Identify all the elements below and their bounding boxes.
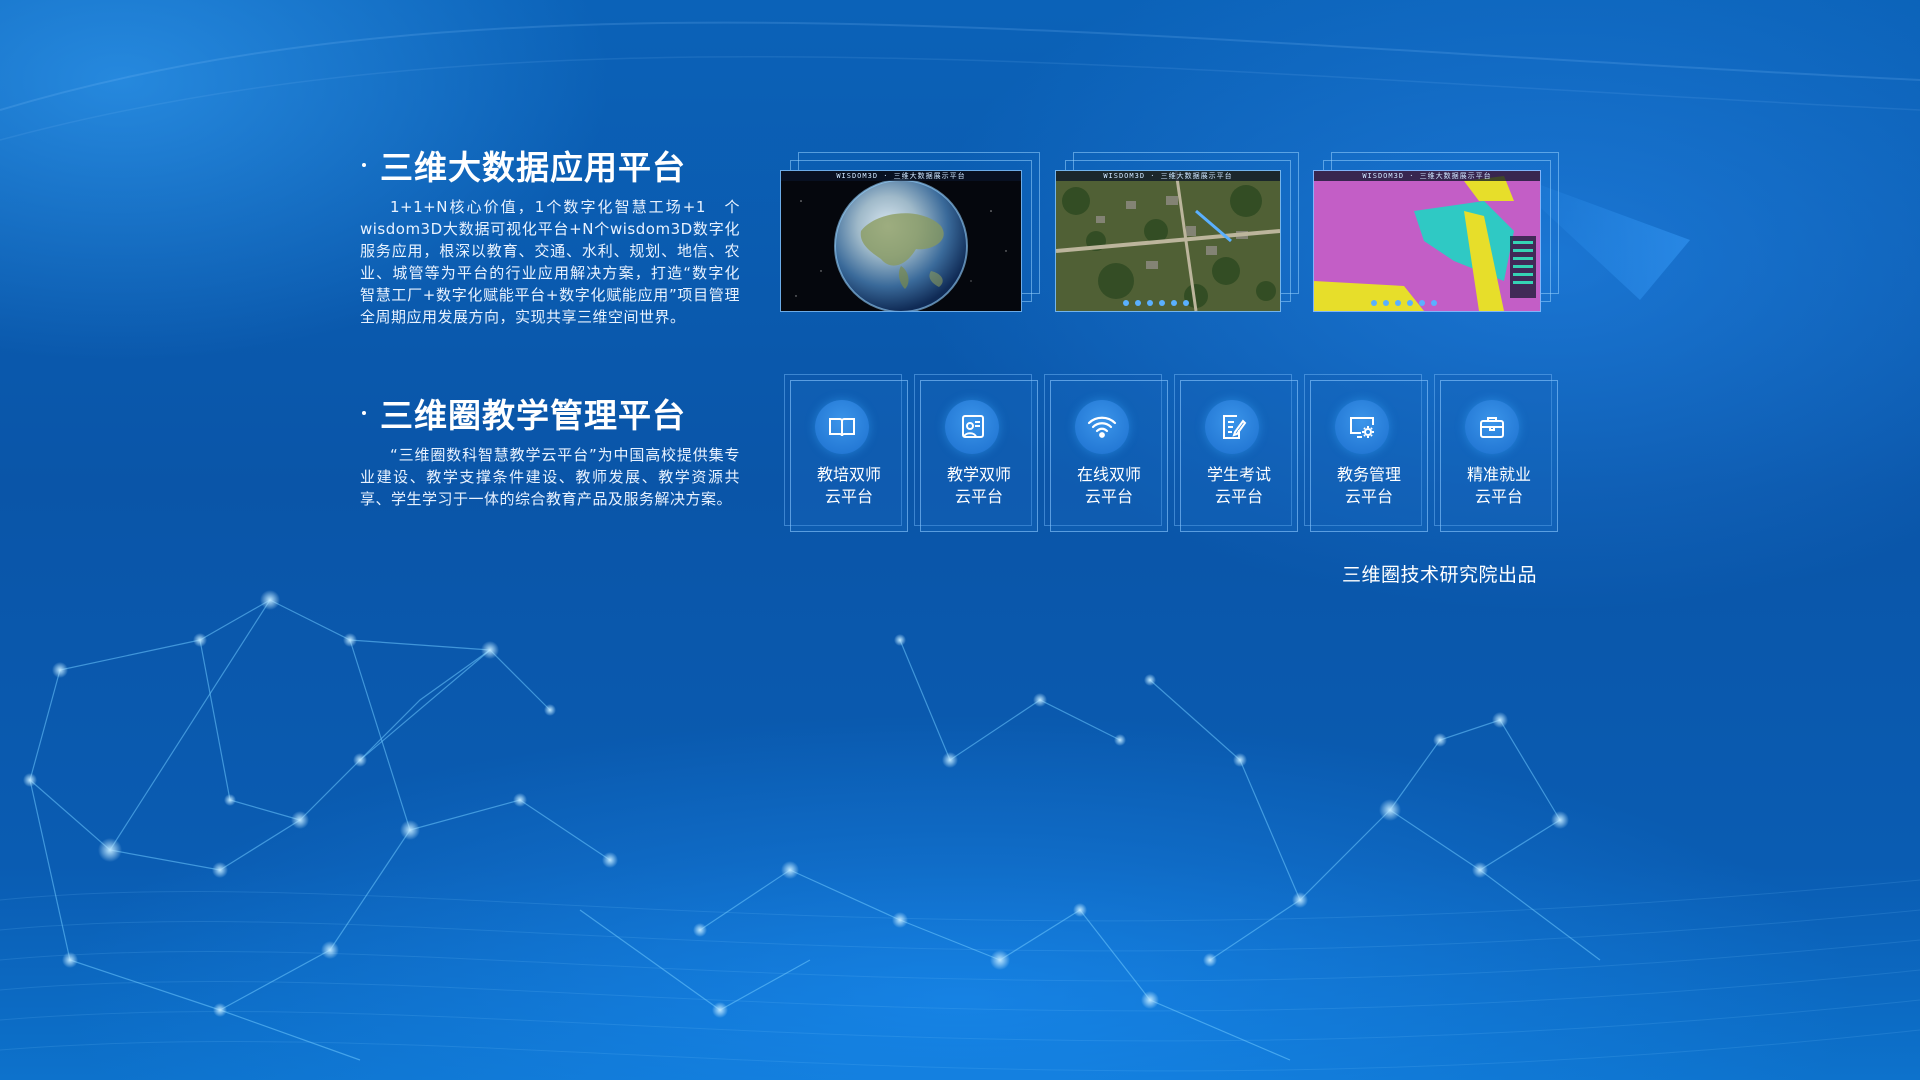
- briefcase-icon: [1465, 400, 1519, 454]
- card-label-line1: 教学双师: [946, 465, 1011, 484]
- section-description: 1+1+N核心价值，1个数字化智慧工场+1 个wisdom3D大数据可视化平台+…: [360, 198, 740, 326]
- aerial-village-image: WISDOM3D · 三维大数据展示平台: [1055, 170, 1281, 312]
- producer-credit: 三维圈技术研究院出品: [1342, 564, 1538, 586]
- platform-card-online[interactable]: 在线双师 云平台: [1044, 374, 1168, 532]
- card-label: 在线双师 云平台: [1044, 464, 1174, 508]
- card-label: 学生考试 云平台: [1174, 464, 1304, 508]
- card-label-line1: 教培双师: [816, 465, 881, 484]
- bullet-dot: [362, 411, 366, 415]
- bullet-dot: [362, 163, 366, 167]
- card-label-line1: 教务管理: [1336, 465, 1401, 484]
- card-label: 教学双师 云平台: [914, 464, 1044, 508]
- section-teaching-management: 三维圈教学管理平台 “三维圈数科智慧教学云平台”为中国高校提供集专业建设、教学支…: [360, 388, 740, 510]
- monitor-gear-icon: [1335, 400, 1389, 454]
- card-label-line2: 云平台: [1344, 487, 1393, 506]
- section-title-text: 三维大数据应用平台: [380, 148, 686, 187]
- screenshot-caption: WISDOM3D · 三维大数据展示平台: [781, 171, 1021, 181]
- screenshot-caption: WISDOM3D · 三维大数据展示平台: [1056, 171, 1280, 181]
- platform-card-exam[interactable]: 学生考试 云平台: [1174, 374, 1298, 532]
- screenshot-caption: WISDOM3D · 三维大数据展示平台: [1314, 171, 1540, 181]
- card-label-line1: 学生考试: [1206, 465, 1271, 484]
- screenshot-gallery: WISDOM3D · 三维大数据展示平台 WISDOM3D · 三维大数据展示平…: [780, 152, 1560, 322]
- section-3d-bigdata: 三维大数据应用平台 1+1+N核心价值，1个数字化智慧工场+1 个wisdom3…: [360, 140, 740, 328]
- card-label: 教务管理 云平台: [1304, 464, 1434, 508]
- card-label-line2: 云平台: [824, 487, 873, 506]
- section-title-text: 三维圈教学管理平台: [380, 396, 686, 435]
- card-label: 精准就业 云平台: [1434, 464, 1564, 508]
- section-description: “三维圈数科智慧教学云平台”为中国高校提供集专业建设、教学支撑条件建设、教师发展…: [360, 446, 740, 508]
- platform-card-grid: 教培双师 云平台 教学双师 云平台 在线双师 云平台 学生考试 云平台 教务管理…: [784, 374, 1568, 532]
- section-title: 三维圈教学管理平台: [360, 388, 740, 438]
- platform-card-employment[interactable]: 精准就业 云平台: [1434, 374, 1558, 532]
- land-use-map-image: WISDOM3D · 三维大数据展示平台: [1313, 170, 1541, 312]
- card-label-line2: 云平台: [1214, 487, 1263, 506]
- card-label-line2: 云平台: [954, 487, 1003, 506]
- globe-earth-image: WISDOM3D · 三维大数据展示平台: [780, 170, 1022, 312]
- platform-card-admin[interactable]: 教务管理 云平台: [1304, 374, 1428, 532]
- card-label-line1: 在线双师: [1076, 465, 1141, 484]
- teacher-board-icon: [945, 400, 999, 454]
- card-label-line1: 精准就业: [1466, 465, 1531, 484]
- platform-card-training[interactable]: 教培双师 云平台: [784, 374, 908, 532]
- book-icon: [815, 400, 869, 454]
- card-label-line2: 云平台: [1084, 487, 1133, 506]
- card-label: 教培双师 云平台: [784, 464, 914, 508]
- card-label-line2: 云平台: [1474, 487, 1523, 506]
- section-title: 三维大数据应用平台: [360, 140, 740, 190]
- exam-edit-icon: [1205, 400, 1259, 454]
- wifi-icon: [1075, 400, 1129, 454]
- platform-card-teaching[interactable]: 教学双师 云平台: [914, 374, 1038, 532]
